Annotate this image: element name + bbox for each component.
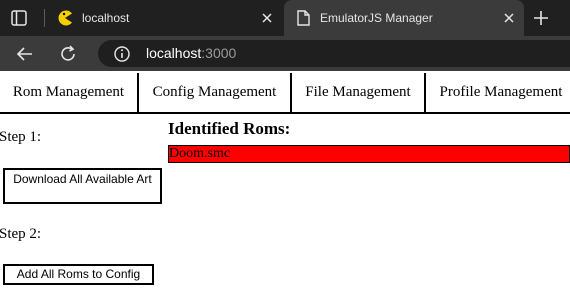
add-roms-button[interactable]: Add All Roms to Config [3, 264, 154, 285]
roms-heading: Identified Roms: [168, 119, 291, 138]
step-1-label: Step 1: [0, 129, 42, 145]
address-bar[interactable]: localhost:3000 [98, 40, 570, 67]
tab-title: localhost [82, 11, 130, 25]
main-nav: Rom Management Config Management File Ma… [0, 73, 570, 114]
tab-separator [44, 9, 45, 27]
url-host: localhost [146, 45, 202, 61]
tab-title: EmulatorJS Manager [320, 11, 433, 25]
tab-localhost[interactable]: localhost [46, 0, 282, 36]
list-item[interactable]: Doom.smc [168, 145, 570, 163]
close-icon[interactable] [258, 9, 276, 27]
nav-file-management[interactable]: File Management [292, 73, 424, 112]
nav-rom-management[interactable]: Rom Management [0, 73, 137, 112]
step-2-label: Step 2: [0, 226, 42, 242]
page-icon [297, 10, 310, 26]
info-icon[interactable] [113, 45, 131, 63]
pacman-icon [58, 10, 72, 26]
url-port: :3000 [201, 45, 237, 61]
page-content: Rom Management Config Management File Ma… [0, 71, 570, 301]
nav-profile-management[interactable]: Profile Management [426, 73, 570, 112]
browser-tab-bar: localhost EmulatorJS Manager [0, 0, 570, 36]
tab-emulatorjs-manager[interactable]: EmulatorJS Manager [284, 0, 524, 36]
refresh-icon[interactable] [58, 44, 78, 64]
new-tab-icon[interactable] [531, 8, 551, 28]
address-url: localhost:3000 [146, 45, 236, 61]
nav-config-management[interactable]: Config Management [139, 73, 290, 112]
close-icon[interactable] [500, 9, 518, 27]
back-arrow-icon[interactable] [15, 44, 35, 64]
tab-actions-icon[interactable] [10, 9, 28, 27]
download-art-button[interactable]: Download All Available Art [3, 168, 162, 204]
